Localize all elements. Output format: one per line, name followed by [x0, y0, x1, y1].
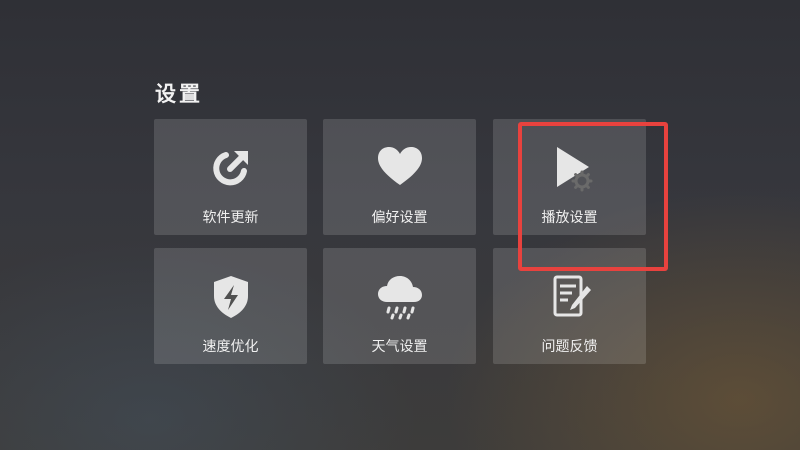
- settings-grid: 软件更新 偏好设置 播放设置 速度优化 天气设置 问题反馈: [154, 119, 646, 364]
- tile-weather-settings[interactable]: 天气设置: [323, 248, 476, 364]
- tile-label: 播放设置: [541, 210, 598, 226]
- heart-icon: [375, 143, 425, 193]
- tile-label: 速度优化: [202, 339, 259, 355]
- tile-label: 软件更新: [202, 210, 259, 226]
- tile-playback-settings[interactable]: 播放设置: [493, 119, 646, 235]
- shield-lightning-icon: [206, 272, 256, 322]
- settings-screen: 设置 软件更新 偏好设置 播放设置 速度优化 天气设置 问题反馈: [0, 0, 800, 450]
- tile-feedback[interactable]: 问题反馈: [493, 248, 646, 364]
- tile-label: 问题反馈: [541, 339, 598, 355]
- tile-label: 偏好设置: [371, 210, 428, 226]
- play-gear-icon: [545, 143, 595, 193]
- update-refresh-arrow-icon: [206, 143, 256, 193]
- tile-label: 天气设置: [371, 339, 428, 355]
- document-pen-icon: [545, 272, 595, 322]
- tile-speed-optimization[interactable]: 速度优化: [154, 248, 307, 364]
- tile-preferences[interactable]: 偏好设置: [323, 119, 476, 235]
- tile-software-update[interactable]: 软件更新: [154, 119, 307, 235]
- rain-cloud-icon: [375, 272, 425, 322]
- page-title: 设置: [155, 82, 203, 106]
